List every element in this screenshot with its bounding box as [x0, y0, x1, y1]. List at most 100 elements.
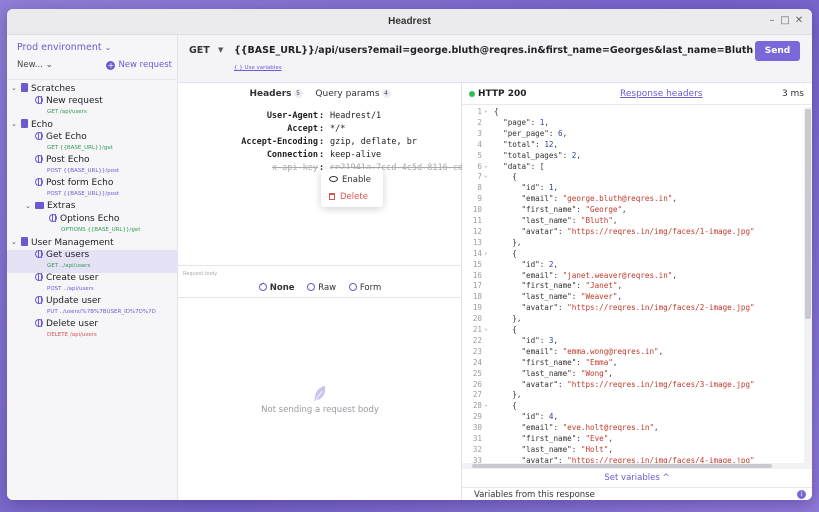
body-option-none[interactable]: None — [258, 281, 295, 293]
path-label: /api/users — [59, 109, 87, 115]
header-value[interactable]: gzip, deflate, br — [330, 137, 417, 147]
collection-icon — [21, 83, 28, 92]
code-line: 14 ⌄ { — [462, 249, 802, 260]
enable-menu-item[interactable]: Enable — [329, 175, 371, 185]
body-option-raw[interactable]: Raw — [307, 283, 336, 293]
chevron-down-icon[interactable]: ⌄ — [25, 202, 31, 210]
code-text: "avatar": "https://reqres.in/img/faces/2… — [521, 303, 755, 313]
vertical-scrollbar[interactable] — [804, 107, 812, 469]
path-label: {{BASE_URL}}/post — [63, 168, 120, 174]
globe-icon — [49, 214, 57, 222]
header-row[interactable]: Accept: */* — [178, 124, 462, 137]
globe-icon — [35, 178, 43, 186]
header-row[interactable]: x-api-key: ce21941a-7ccd-4c5d-8116-cd — [178, 163, 463, 176]
chevron-down-icon: ⌄ — [45, 60, 53, 70]
header-row[interactable]: User-Agent: Headrest/1 — [178, 111, 462, 124]
header-value[interactable]: Headrest/1 — [330, 111, 381, 121]
code-text: }, — [494, 237, 522, 247]
tree-collection-item[interactable]: ⌄ Echo — [7, 119, 178, 132]
tree-folder-item[interactable]: ⌄ Extras — [7, 201, 178, 214]
response-headers-link[interactable]: Response headers — [620, 89, 702, 99]
code-line: 30 "email": "eve.holt@reqres.in", — [462, 423, 802, 434]
header-key[interactable]: Connection — [267, 150, 318, 160]
delete-menu-item[interactable]: Delete — [329, 192, 368, 202]
fold-toggle-icon[interactable]: ⌄ — [484, 162, 488, 169]
tree-item-name: Get Echo — [35, 132, 87, 142]
tab-headers[interactable]: Headers 5 — [249, 89, 303, 99]
code-text: }, — [494, 390, 522, 400]
header-row[interactable]: Connection: keep-alive — [178, 150, 462, 163]
body-option-label: Raw — [318, 283, 337, 293]
body-option-form[interactable]: Form — [348, 283, 381, 293]
header-separator: : — [319, 150, 325, 160]
code-line: 6 ⌄ "data": [ — [462, 162, 802, 173]
environment-selector[interactable]: Prod environment ⌄ — [17, 42, 111, 53]
tree-collection-item[interactable]: ⌄ User Management — [7, 237, 178, 250]
header-value[interactable]: */* — [330, 124, 345, 134]
code-line: 1 ⌄ { — [462, 107, 802, 118]
header-row[interactable]: Accept-Encoding: gzip, deflate, br — [178, 137, 462, 150]
header-key[interactable]: Accept — [287, 124, 318, 134]
status-code: HTTP 200 — [478, 89, 527, 99]
minimize-icon[interactable]: – — [765, 14, 779, 28]
line-number: 8 — [477, 183, 482, 193]
tree-request-item[interactable]: Get users GET ../api/users — [7, 250, 178, 273]
set-variables-toggle[interactable]: Set variables ^ — [462, 473, 812, 483]
send-button[interactable]: Send — [755, 41, 800, 61]
tree-request-item[interactable]: Get Echo GET {{BASE_URL}}/get — [7, 132, 178, 155]
tree-request-item[interactable]: Create user POST ../api/users — [7, 273, 178, 296]
fold-toggle-icon[interactable]: ⌄ — [484, 172, 488, 179]
tree-collection-item[interactable]: ⌄ Scratches — [7, 83, 178, 96]
line-number: 33 — [472, 455, 482, 463]
globe-icon — [35, 96, 43, 104]
feather-icon — [314, 386, 326, 402]
horizontal-scrollbar[interactable] — [462, 463, 804, 469]
response-time: 3 ms — [781, 89, 804, 99]
tree-request-item[interactable]: Options Echo OPTIONS {{BASE_URL}}/get — [7, 214, 178, 237]
response-body-code[interactable]: 1 ⌄{2 "page": 1, 3 "per_page": 6, 4 "total"… — [462, 107, 802, 463]
header-key[interactable]: x-api-key — [272, 163, 318, 173]
code-text: "email": "janet.weaver@reqres.in", — [521, 270, 677, 280]
fold-toggle-icon[interactable]: ⌄ — [484, 325, 488, 332]
maximize-icon[interactable]: □ — [778, 14, 792, 28]
url-input[interactable]: {{BASE_URL}}/api/users?email=george.blut… — [234, 45, 753, 56]
line-number: 5 — [477, 150, 482, 160]
fold-toggle-icon[interactable]: ⌄ — [484, 249, 488, 256]
info-icon[interactable]: i — [797, 490, 806, 499]
scrollbar-thumb[interactable] — [805, 109, 811, 319]
tree-request-item[interactable]: Post Echo POST {{BASE_URL}}/post — [7, 155, 178, 178]
tree-request-item[interactable]: Delete user DELETE /api/users — [7, 319, 178, 342]
use-variables-link[interactable]: { } Use variables — [234, 65, 282, 71]
header-key[interactable]: Accept-Encoding — [241, 137, 318, 147]
chevron-down-icon[interactable]: ⌄ — [11, 238, 17, 246]
chevron-down-icon[interactable]: ⌄ — [11, 120, 17, 128]
line-number: 32 — [472, 444, 482, 454]
header-key[interactable]: User-Agent — [267, 111, 318, 121]
fold-toggle-icon[interactable]: ⌄ — [484, 401, 488, 408]
code-text: "email": "emma.wong@reqres.in", — [521, 346, 664, 356]
line-number: 14 — [472, 248, 482, 258]
line-number: 25 — [472, 368, 482, 378]
chevron-down-icon[interactable]: ⌄ — [11, 84, 17, 92]
close-icon[interactable]: ✕ — [792, 14, 806, 28]
header-value[interactable]: keep-alive — [330, 150, 381, 160]
body-option-label: None — [269, 283, 295, 293]
tree-item-method-path: POST ../api/users — [47, 286, 94, 292]
tree-request-item[interactable]: New request GET /api/users — [7, 96, 178, 119]
panel-splitter[interactable] — [178, 265, 462, 266]
scrollbar-thumb[interactable] — [472, 464, 772, 468]
tree-request-item[interactable]: Update user PUT ../users/%7B%7BUSER_ID%7D… — [7, 296, 178, 319]
fold-toggle-icon[interactable]: ⌄ — [484, 107, 488, 114]
tree-item-label: Update user — [46, 296, 102, 306]
tree-request-item[interactable]: Post form Echo POST {{BASE_URL}}/post — [7, 178, 178, 201]
code-text: "avatar": "https://reqres.in/img/faces/1… — [521, 226, 755, 236]
tree-item-label: Delete user — [46, 319, 99, 329]
new-request-button[interactable]: + New request — [106, 60, 172, 70]
new-request-label: New request — [118, 60, 172, 70]
globe-icon — [35, 132, 43, 140]
new-menu-button[interactable]: New... ⌄ — [17, 60, 53, 70]
trash-icon — [329, 193, 335, 200]
tab-query-params[interactable]: Query params 4 — [315, 89, 391, 99]
tree-item-name: Post Echo — [35, 155, 90, 165]
method-select[interactable]: GET — [189, 45, 210, 56]
